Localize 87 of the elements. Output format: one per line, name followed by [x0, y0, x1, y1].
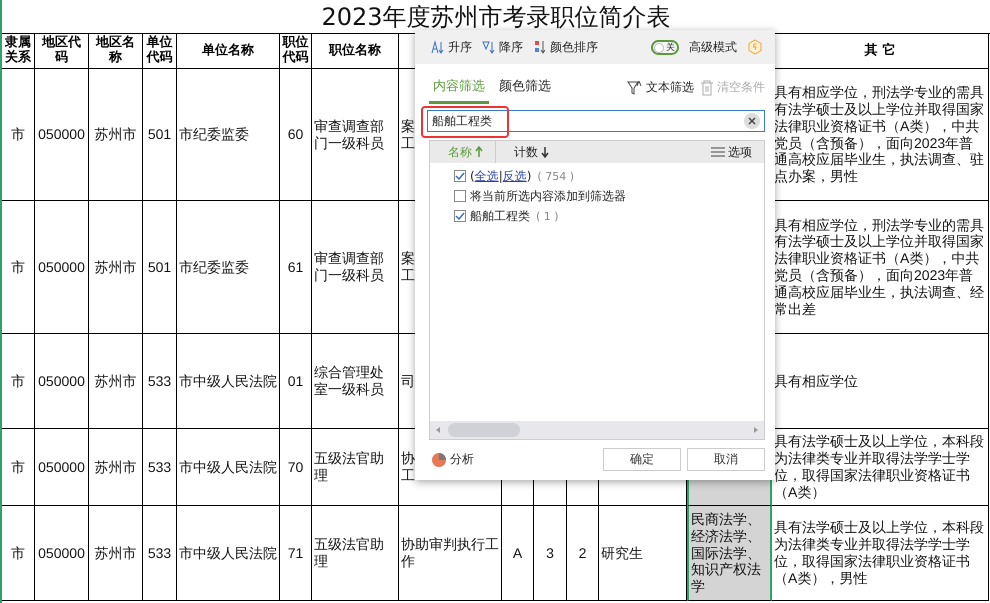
scroll-left-icon[interactable]	[436, 427, 440, 433]
table-cell: 审查调查部门一级科员	[312, 69, 399, 201]
column-header: 单位名称	[177, 34, 280, 69]
horizontal-scrollbar[interactable]	[430, 421, 764, 439]
options-button[interactable]: 选项	[693, 141, 764, 163]
dialog-button[interactable]: 确定	[603, 448, 681, 471]
table-cell: 501	[143, 201, 177, 334]
table-cell: 市中级人民法院	[177, 506, 280, 601]
table-cell: 市	[2, 334, 35, 429]
table-cell: 研究生	[599, 506, 687, 601]
sort-button[interactable]: 升序	[431, 38, 472, 56]
table-cell: 050000	[35, 506, 89, 601]
table-cell: 050000	[35, 334, 89, 429]
table-cell: 050000	[35, 429, 89, 506]
table-cell: 苏州市	[89, 69, 143, 201]
table-cell: 苏州市	[89, 334, 143, 429]
filter-icon	[627, 80, 643, 96]
column-header: 职位代码	[280, 34, 312, 69]
arrow-down-icon	[541, 146, 549, 158]
table-cell: 民商法学、经济法学、国际法学、知识产权法学	[687, 506, 772, 601]
scroll-right-icon[interactable]	[754, 427, 758, 433]
table-cell: 60	[280, 69, 312, 201]
color-sort-icon	[533, 40, 547, 54]
table-cell: 五级法官助理	[312, 429, 399, 506]
text-filter-button[interactable]: 文本筛选	[627, 79, 694, 104]
table-cell: 533	[143, 334, 177, 429]
table-cell: 61	[280, 201, 312, 334]
column-header: 隶属关系	[2, 34, 35, 69]
table-cell: 苏州市	[89, 429, 143, 506]
table-cell: 01	[280, 334, 312, 429]
checkbox[interactable]	[454, 190, 466, 202]
arrow-up-icon	[475, 146, 483, 158]
advanced-mode-toggle[interactable]: 关	[651, 40, 679, 54]
column-header: 职位名称	[312, 34, 399, 69]
table-cell: 苏州市	[89, 201, 143, 334]
table-cell: 市纪委监委	[177, 201, 280, 334]
column-header: 单位代码	[143, 34, 177, 69]
table-cell: 70	[280, 429, 312, 506]
table-cell: 050000	[35, 69, 89, 201]
table-cell: 050000	[35, 201, 89, 334]
table-cell: 具有相应学位	[772, 334, 989, 429]
table-cell: 市	[2, 69, 35, 201]
table-cell: 市	[2, 201, 35, 334]
sort-descending-icon	[482, 40, 496, 54]
scrollbar-thumb[interactable]	[448, 423, 520, 437]
checkbox[interactable]	[454, 170, 466, 182]
column-header: 其 它	[772, 34, 989, 69]
sort-button[interactable]: 颜色排序	[533, 38, 598, 56]
table-cell: A	[502, 506, 534, 601]
table-cell: 501	[143, 69, 177, 201]
column-header: 地区名称	[89, 34, 143, 69]
select-all-link[interactable]: 全选	[474, 168, 499, 182]
table-cell: 533	[143, 506, 177, 601]
table-cell: 具有相应学位，刑法学专业的需具有法学硕士及以上学位并取得国家法律职业资格证书（A类），中共党员（含预备），面向2023年普通高校应届毕业生，执法调查、驻点办案，男性	[772, 69, 989, 201]
table-cell: 具有相应学位，刑法学专业的需具有法学硕士及以上学位并取得国家法律职业资格证书（A类），中共党员（含预备），面向2023年普通高校应届毕业生，执法调查、经常出差	[772, 201, 989, 334]
table-cell: 审查调查部门一级科员	[312, 201, 399, 334]
column-header: 地区代码	[35, 34, 89, 69]
sheet-title: 2023年度苏州市考录职位简介表	[321, 2, 671, 32]
table-cell: 2	[567, 506, 599, 601]
table-cell: 具有法学硕士及以上学位，本科段为法律类专业并取得法学学士学位，取得国家法律职业资格证书（A类）	[772, 429, 989, 506]
table-cell: 综合管理处室一级科员	[312, 334, 399, 429]
table-cell: 苏州市	[89, 506, 143, 601]
analyze-button[interactable]: 分析	[431, 451, 474, 468]
checkbox[interactable]	[454, 210, 466, 222]
coin-icon	[747, 39, 763, 55]
table-cell: 市中级人民法院	[177, 429, 280, 506]
table-cell: 协助审判执行工作	[399, 506, 502, 601]
invert-selection-link[interactable]: 反选	[502, 168, 527, 182]
table-cell: 3	[534, 506, 567, 601]
advanced-mode-label[interactable]: 高级模式	[689, 38, 737, 56]
trash-icon	[700, 80, 714, 96]
table-cell: 533	[143, 429, 177, 506]
table-cell: 市	[2, 429, 35, 506]
search-field[interactable]: 船舶工程类	[427, 110, 765, 132]
pie-chart-icon	[431, 452, 447, 468]
table-cell: 71	[280, 506, 312, 601]
table-cell: 具有法学硕士及以上学位，本科段为法律类专业并取得法学学士学位，取得国家法律职业资格证书（A类），男性	[772, 506, 989, 601]
table-cell: 市中级人民法院	[177, 334, 280, 429]
close-icon	[748, 117, 756, 125]
dialog-button[interactable]: 取消	[687, 448, 765, 471]
menu-icon	[711, 147, 725, 157]
sort-button[interactable]: 降序	[482, 38, 523, 56]
sort-ascending-icon	[431, 40, 445, 54]
table-cell: 五级法官助理	[312, 506, 399, 601]
clear-search-button[interactable]	[744, 113, 760, 129]
table-cell: 市纪委监委	[177, 69, 280, 201]
table-cell: 市	[2, 506, 35, 601]
